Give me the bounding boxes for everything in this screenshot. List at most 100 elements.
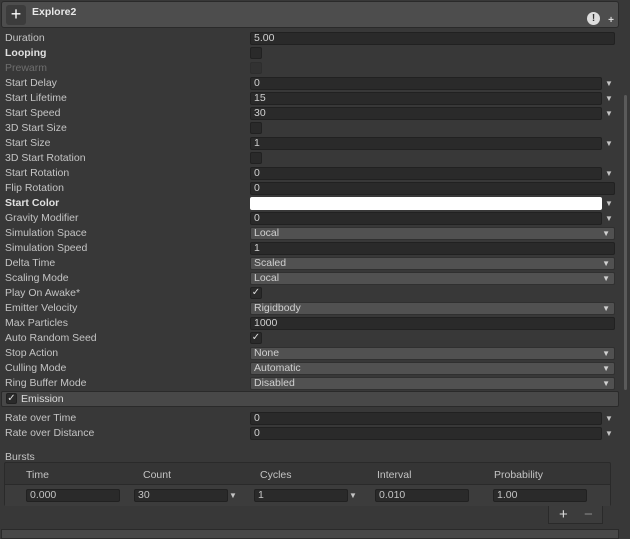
culling-mode-dropdown[interactable]: Automatic ▼	[250, 362, 615, 375]
chevron-down-icon: ▼	[602, 304, 610, 313]
looping-checkbox[interactable]	[250, 47, 262, 59]
property-row: Looping	[0, 46, 620, 61]
start-color-label: Start Color	[5, 197, 60, 209]
start-rotation-label: Start Rotation	[5, 167, 70, 179]
start-lifetime-field[interactable]: 15	[250, 92, 602, 105]
gravity-modifier-field[interactable]: 0	[250, 212, 602, 225]
chevron-down-icon: ▼	[602, 259, 610, 268]
stop-action-label: Stop Action	[5, 347, 59, 359]
start-speed-label: Start Speed	[5, 107, 61, 119]
rate-over-distance-row: Rate over Distance 0 ▼	[0, 426, 620, 441]
property-row: Flip Rotation 0	[0, 181, 620, 196]
max-particles-field[interactable]: 1000	[250, 317, 615, 330]
delta-time-value: Scaled	[254, 257, 287, 269]
cycles-dropdown-arrow-icon[interactable]: ▼	[349, 491, 357, 500]
delta-time-label: Delta Time	[5, 257, 56, 269]
scaling-mode-dropdown[interactable]: Local ▼	[250, 272, 615, 285]
looping-label: Looping	[5, 47, 47, 59]
chevron-down-icon: ▼	[602, 349, 610, 358]
property-row: Scaling Mode Local ▼	[0, 271, 620, 286]
emission-enabled-checkbox[interactable]: ✓	[6, 393, 17, 404]
component-header[interactable]: + Explore2 ! +	[1, 1, 619, 28]
burst-cycles-field[interactable]: 1	[254, 489, 348, 502]
chevron-down-icon: ▼	[602, 229, 610, 238]
start-rotation-field[interactable]: 0	[250, 167, 602, 180]
emission-module-header[interactable]: ✓ Emission	[1, 391, 619, 407]
color-dropdown-arrow-icon[interactable]: ▼	[605, 199, 613, 208]
auto-random-seed-label: Auto Random Seed	[5, 332, 97, 344]
flip-rotation-field[interactable]: 0	[250, 182, 615, 195]
emitter-velocity-dropdown[interactable]: Rigidbody ▼	[250, 302, 615, 315]
start-speed-field[interactable]: 30	[250, 107, 602, 120]
property-row: Simulation Speed 1	[0, 241, 620, 256]
col-probability: Probability	[494, 469, 544, 481]
burst-add-remove-bar: + −	[548, 506, 603, 524]
add-burst-button[interactable]: +	[559, 506, 568, 523]
rate-over-time-field[interactable]: 0	[250, 412, 602, 425]
property-row: Auto Random Seed ✓	[0, 331, 620, 346]
property-row: Duration 5.00	[0, 31, 620, 46]
ring-buffer-mode-dropdown[interactable]: Disabled ▼	[250, 377, 615, 390]
curve-dropdown-arrow-icon[interactable]: ▼	[605, 429, 613, 438]
simulation-space-dropdown[interactable]: Local ▼	[250, 227, 615, 240]
3d-start-size-checkbox[interactable]	[250, 122, 262, 134]
start-delay-label: Start Delay	[5, 77, 57, 89]
duration-label: Duration	[5, 32, 45, 44]
col-interval: Interval	[377, 469, 412, 481]
play-on-awake-checkbox[interactable]: ✓	[250, 287, 262, 299]
plus-icon[interactable]: +	[608, 15, 614, 26]
property-row: Start Speed 30 ▼	[0, 106, 620, 121]
curve-dropdown-arrow-icon[interactable]: ▼	[605, 214, 613, 223]
start-color-swatch[interactable]	[250, 197, 602, 210]
3d-start-size-label: 3D Start Size	[5, 122, 67, 134]
property-row: Stop Action None ▼	[0, 346, 620, 361]
max-particles-label: Max Particles	[5, 317, 69, 329]
duration-field[interactable]: 5.00	[250, 32, 615, 45]
play-on-awake-label: Play On Awake*	[5, 287, 81, 299]
rate-over-time-row: Rate over Time 0 ▼	[0, 411, 620, 426]
simulation-space-label: Simulation Space	[5, 227, 87, 239]
curve-dropdown-arrow-icon[interactable]: ▼	[605, 139, 613, 148]
property-row: Play On Awake* ✓	[0, 286, 620, 301]
col-count: Count	[143, 469, 172, 481]
scaling-mode-label: Scaling Mode	[5, 272, 69, 284]
chevron-down-icon: ▼	[602, 379, 610, 388]
component-title: Explore2	[32, 6, 77, 18]
property-row: Start Lifetime 15 ▼	[0, 91, 620, 106]
start-lifetime-label: Start Lifetime	[5, 92, 67, 104]
count-dropdown-arrow-icon[interactable]: ▼	[229, 491, 237, 500]
auto-random-seed-checkbox[interactable]: ✓	[250, 332, 262, 344]
burst-time-field[interactable]: 0.000	[26, 489, 120, 502]
burst-count-field[interactable]: 30	[134, 489, 228, 502]
burst-probability-field[interactable]: 1.00	[493, 489, 587, 502]
remove-burst-button[interactable]: −	[584, 506, 593, 523]
property-row: Delta Time Scaled ▼	[0, 256, 620, 271]
delta-time-dropdown[interactable]: Scaled ▼	[250, 257, 615, 270]
property-row: Culling Mode Automatic ▼	[0, 361, 620, 376]
property-row: Start Size 1 ▼	[0, 136, 620, 151]
simulation-speed-field[interactable]: 1	[250, 242, 615, 255]
simulation-space-value: Local	[254, 227, 280, 239]
rate-over-distance-field[interactable]: 0	[250, 427, 602, 440]
table-row[interactable]: 0.000 30 ▼ 1 ▼ 0.010 1.00	[5, 484, 610, 506]
chevron-down-icon: ▼	[602, 274, 610, 283]
property-row: Emitter Velocity Rigidbody ▼	[0, 301, 620, 316]
property-row: Max Particles 1000	[0, 316, 620, 331]
ring-buffer-mode-value: Disabled	[254, 377, 295, 389]
main-module-properties: Duration 5.00 Looping Prewarm Start Delay 0 ▼ S…	[0, 31, 620, 391]
next-module-header[interactable]	[1, 529, 619, 539]
emission-title: Emission	[21, 393, 64, 405]
3d-start-rotation-checkbox[interactable]	[250, 152, 262, 164]
curve-dropdown-arrow-icon[interactable]: ▼	[605, 169, 613, 178]
stop-action-dropdown[interactable]: None ▼	[250, 347, 615, 360]
start-size-field[interactable]: 1	[250, 137, 602, 150]
help-icon[interactable]: !	[587, 12, 600, 25]
curve-dropdown-arrow-icon[interactable]: ▼	[605, 109, 613, 118]
start-delay-field[interactable]: 0	[250, 77, 602, 90]
curve-dropdown-arrow-icon[interactable]: ▼	[605, 414, 613, 423]
property-row: Gravity Modifier 0 ▼	[0, 211, 620, 226]
curve-dropdown-arrow-icon[interactable]: ▼	[605, 94, 613, 103]
burst-interval-field[interactable]: 0.010	[375, 489, 469, 502]
curve-dropdown-arrow-icon[interactable]: ▼	[605, 79, 613, 88]
scrollbar[interactable]	[624, 95, 627, 390]
